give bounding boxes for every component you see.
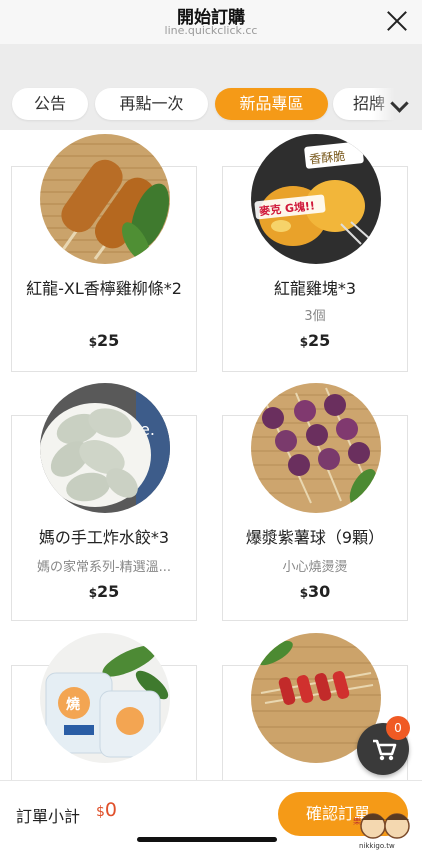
product-card[interactable]: 紅龍-XL香檸雞柳條*2 $25 <box>11 134 197 372</box>
tab-new-products[interactable]: 新品專區 <box>215 88 328 120</box>
svg-text:nikkigo.tw: nikkigo.tw <box>359 842 395 850</box>
product-price: $25 <box>88 582 120 601</box>
product-card[interactable]: 燒 <box>11 633 197 780</box>
tab-announcement[interactable]: 公告 <box>12 88 88 120</box>
page-url: line.quickclick.cc <box>164 24 258 37</box>
product-price: $25 <box>299 331 331 350</box>
product-list: 紅龍-XL香檸雞柳條*2 $25 香酥脆 麥克 G塊!! 紅龍雞塊*3 3個 $… <box>0 130 422 780</box>
product-card[interactable]: 爆漿紫薯球（9顆） 小心燒燙燙 $30 <box>222 383 408 621</box>
page-header: 開始訂購 line.quickclick.cc <box>0 0 422 44</box>
product-price: $25 <box>88 331 120 350</box>
subtotal-value: $0 <box>96 799 118 821</box>
product-subtitle: 3個 <box>304 309 326 324</box>
product-image <box>251 383 381 513</box>
product-subtitle: 媽の家常系列-精選溫... <box>36 560 172 575</box>
product-image: e. <box>40 383 170 513</box>
product-image: 燒 <box>40 633 170 763</box>
category-tabs: 公告 再點一次 新品專區 招牌 <box>0 80 422 128</box>
product-name: 爆漿紫薯球（9顆） <box>245 528 385 547</box>
svg-text:燒: 燒 <box>66 696 80 713</box>
close-button[interactable] <box>386 10 408 32</box>
product-subtitle: 小心燒燙燙 <box>282 560 348 575</box>
product-image <box>40 134 170 264</box>
product-price: $30 <box>299 582 331 601</box>
watermark-logo: 樂 nikkigo.tw <box>353 813 410 850</box>
svg-text:樂: 樂 <box>353 816 361 826</box>
cart-count-badge: 0 <box>386 716 410 740</box>
home-indicator <box>137 837 277 842</box>
product-card[interactable]: 香酥脆 麥克 G塊!! 紅龍雞塊*3 3個 $25 <box>222 134 408 372</box>
product-name: 紅龍-XL香檸雞柳條*2 <box>26 279 182 298</box>
product-card[interactable]: e. 媽の手工炸水餃*3 媽の家常系列-精選溫... $25 <box>11 383 197 621</box>
product-image: 香酥脆 麥克 G塊!! <box>251 134 381 264</box>
product-name: 紅龍雞塊*3 <box>273 279 357 298</box>
tab-reorder[interactable]: 再點一次 <box>95 88 208 120</box>
product-name: 媽の手工炸水餃*3 <box>38 528 170 547</box>
subtotal-label: 訂單小計 <box>16 807 81 826</box>
